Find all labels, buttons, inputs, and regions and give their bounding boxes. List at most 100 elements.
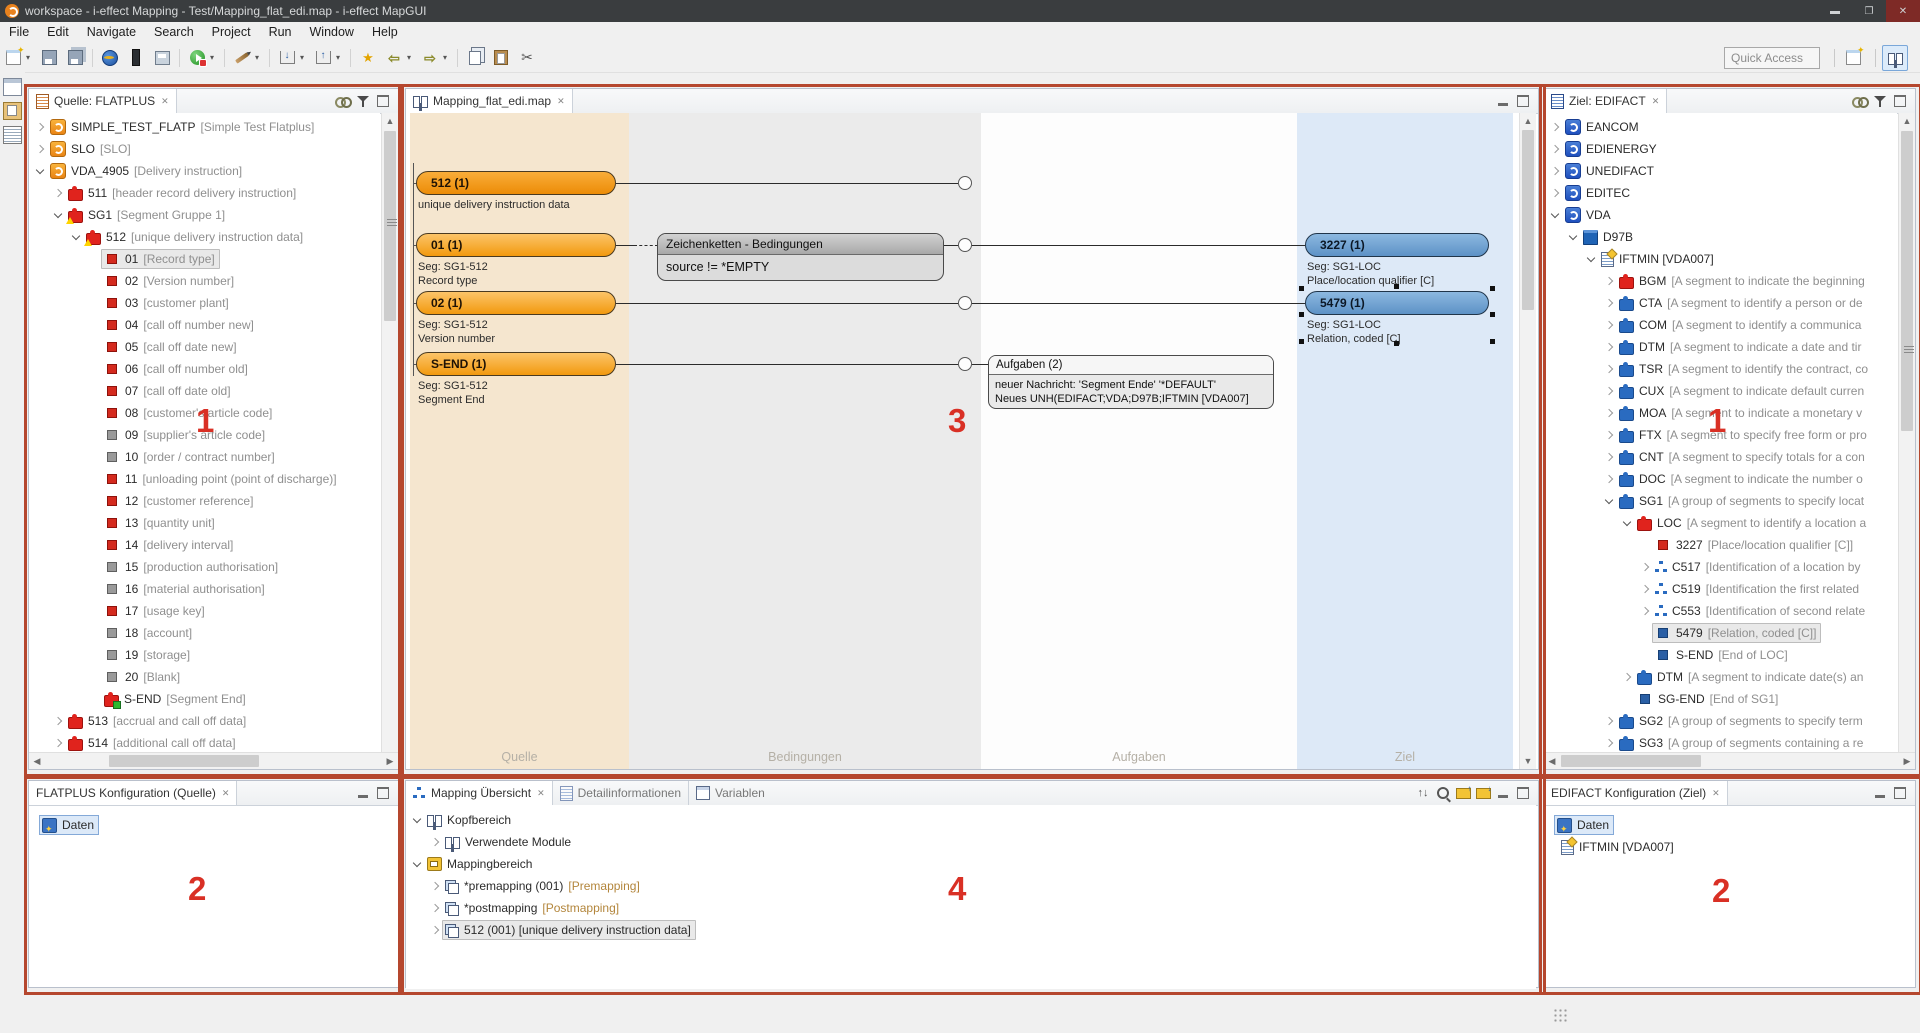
selection-handle[interactable] xyxy=(1394,284,1399,289)
tree-item[interactable]: EANCOM xyxy=(1544,116,1897,138)
tree-item[interactable]: CNT[A segment to specify totals for a co… xyxy=(1544,446,1897,468)
tree-item[interactable]: 04[call off number new] xyxy=(29,314,380,336)
expand-arrow[interactable] xyxy=(1602,472,1616,486)
canvas-vscrollbar[interactable]: ▲ ▼ xyxy=(1519,113,1536,769)
tree-item[interactable]: 5479[Relation, coded [C]] xyxy=(1544,622,1897,644)
expand-arrow[interactable] xyxy=(51,208,65,222)
mark-button[interactable] xyxy=(230,46,254,70)
expand-arrow[interactable] xyxy=(1602,450,1616,464)
menu-navigate[interactable]: Navigate xyxy=(78,22,145,43)
connector-circle[interactable] xyxy=(958,357,972,371)
selection-handle[interactable] xyxy=(1299,286,1304,291)
tree-item[interactable]: 05[call off date new] xyxy=(29,336,380,358)
iftmin-item[interactable]: IFTMIN [VDA007] xyxy=(1554,836,1905,858)
tab-detailinformationen[interactable]: Detailinformationen xyxy=(553,781,689,805)
tree-item[interactable]: DOC[A segment to indicate the number o xyxy=(1544,468,1897,490)
back-dropdown[interactable]: ▾ xyxy=(407,53,417,62)
forward-button[interactable]: ⇨ xyxy=(418,46,442,70)
tree-item[interactable]: 01[Record type] xyxy=(29,248,380,270)
tree-item[interactable]: 512[unique delivery instruction data] xyxy=(29,226,380,248)
menu-edit[interactable]: Edit xyxy=(38,22,78,43)
tree-item[interactable]: 513[accrual and call off data] xyxy=(29,710,380,732)
tree-item[interactable]: VDA_4905[Delivery instruction] xyxy=(29,160,380,182)
map-node-3227[interactable]: 3227 (1) xyxy=(1305,233,1489,257)
tree-item[interactable]: 03[customer plant] xyxy=(29,292,380,314)
import-button[interactable]: ↓ xyxy=(275,46,299,70)
tree-item[interactable]: Verwendete Module xyxy=(406,831,1536,853)
menu-run[interactable]: Run xyxy=(260,22,301,43)
expand-arrow[interactable] xyxy=(1638,560,1652,574)
tree-item[interactable]: 11[unloading point (point of discharge)] xyxy=(29,468,380,490)
expand-arrow[interactable] xyxy=(1602,384,1616,398)
expand-arrow[interactable] xyxy=(1620,516,1634,530)
tab-mapping-uebersicht[interactable]: Mapping Übersicht ✕ xyxy=(406,781,553,805)
expand-arrow[interactable] xyxy=(33,142,47,156)
minimize-button[interactable]: ▬ xyxy=(1818,0,1852,22)
tree-item[interactable]: CUX[A segment to indicate default curren xyxy=(1544,380,1897,402)
tree-item[interactable]: SG-END[End of SG1] xyxy=(1544,688,1897,710)
filter-button[interactable] xyxy=(1870,92,1890,110)
open-ieffect-button[interactable] xyxy=(98,46,122,70)
tree-item[interactable]: C519[Identification the first related xyxy=(1544,578,1897,600)
minimize-view-button[interactable] xyxy=(1493,784,1513,802)
expand-arrow[interactable] xyxy=(51,186,65,200)
new-dropdown[interactable]: ▾ xyxy=(26,53,36,62)
close-tab-icon[interactable]: ✕ xyxy=(161,96,169,107)
tree-item[interactable]: MOA[A segment to indicate a monetary v xyxy=(1544,402,1897,424)
expand-arrow[interactable] xyxy=(428,879,442,893)
selection-handle[interactable] xyxy=(1394,341,1399,346)
expand-arrow[interactable] xyxy=(1602,362,1616,376)
tree-item[interactable]: S-END[End of LOC] xyxy=(1544,644,1897,666)
selection-handle[interactable] xyxy=(1299,339,1304,344)
tree-item[interactable]: DTM[A segment to indicate a date and tir xyxy=(1544,336,1897,358)
expand-arrow[interactable] xyxy=(33,164,47,178)
tree-item[interactable]: 19[storage] xyxy=(29,644,380,666)
close-tab-icon[interactable]: ✕ xyxy=(557,96,565,107)
task-box[interactable]: Aufgaben (2) neuer Nachricht: 'Segment E… xyxy=(988,355,1274,409)
daten-item[interactable]: Daten xyxy=(39,814,388,836)
tree-item[interactable]: SG1[A group of segments to specify locat xyxy=(1544,490,1897,512)
expand-arrow[interactable] xyxy=(1602,340,1616,354)
expand-arrow[interactable] xyxy=(1602,428,1616,442)
selection-handle[interactable] xyxy=(1490,312,1495,317)
close-tab-icon[interactable]: ✕ xyxy=(537,788,545,799)
expand-arrow[interactable] xyxy=(428,901,442,915)
expand-arrow[interactable] xyxy=(1548,164,1562,178)
tree-item[interactable]: EDIENERGY xyxy=(1544,138,1897,160)
tree-item[interactable]: SG3[A group of segments containing a re xyxy=(1544,732,1897,754)
map-node-01[interactable]: 01 (1) xyxy=(416,233,616,257)
expand-arrow[interactable] xyxy=(33,120,47,134)
new-wizard-button[interactable] xyxy=(1,46,25,70)
tree-item[interactable]: *premapping (001)[Premapping] xyxy=(406,875,1536,897)
save-all-button[interactable] xyxy=(63,46,87,70)
tree-item[interactable]: Kopfbereich xyxy=(406,809,1536,831)
map-node-send[interactable]: S-END (1) xyxy=(416,352,616,376)
tree-item[interactable]: UNEDIFACT xyxy=(1544,160,1897,182)
expand-arrow[interactable] xyxy=(51,736,65,750)
map-node-5479[interactable]: 5479 (1) xyxy=(1305,291,1489,315)
tree-item[interactable]: S-END[Segment End] xyxy=(29,688,380,710)
quick-access-input[interactable]: Quick Access xyxy=(1724,47,1820,69)
close-tab-icon[interactable]: ✕ xyxy=(1652,96,1660,107)
expand-arrow[interactable] xyxy=(1548,208,1562,222)
condition-box[interactable]: Zeichenketten - Bedingungen source != *E… xyxy=(657,233,944,281)
menu-window[interactable]: Window xyxy=(301,22,363,43)
tree-item[interactable]: 02[Version number] xyxy=(29,270,380,292)
target-vscrollbar[interactable]: ▲ xyxy=(1898,113,1915,753)
tree-item[interactable]: 17[usage key] xyxy=(29,600,380,622)
tree-item[interactable]: 08[customer's article code] xyxy=(29,402,380,424)
import-dropdown[interactable]: ▾ xyxy=(300,53,310,62)
connector-circle[interactable] xyxy=(958,176,972,190)
tree-item[interactable]: 18[account] xyxy=(29,622,380,644)
expand-arrow[interactable] xyxy=(1548,142,1562,156)
tree-item[interactable]: VDA xyxy=(1544,204,1897,226)
source-hscrollbar[interactable]: ◀ ▶ xyxy=(29,752,398,769)
back-button[interactable]: ⇦ xyxy=(382,46,406,70)
close-tab-icon[interactable]: ✕ xyxy=(1712,788,1720,799)
expand-arrow[interactable] xyxy=(1602,318,1616,332)
tree-item[interactable]: D97B xyxy=(1544,226,1897,248)
expand-arrow[interactable] xyxy=(69,230,83,244)
map-node-512[interactable]: 512 (1) xyxy=(416,171,616,195)
tree-item[interactable]: 12[customer reference] xyxy=(29,490,380,512)
tree-item[interactable]: 13[quantity unit] xyxy=(29,512,380,534)
